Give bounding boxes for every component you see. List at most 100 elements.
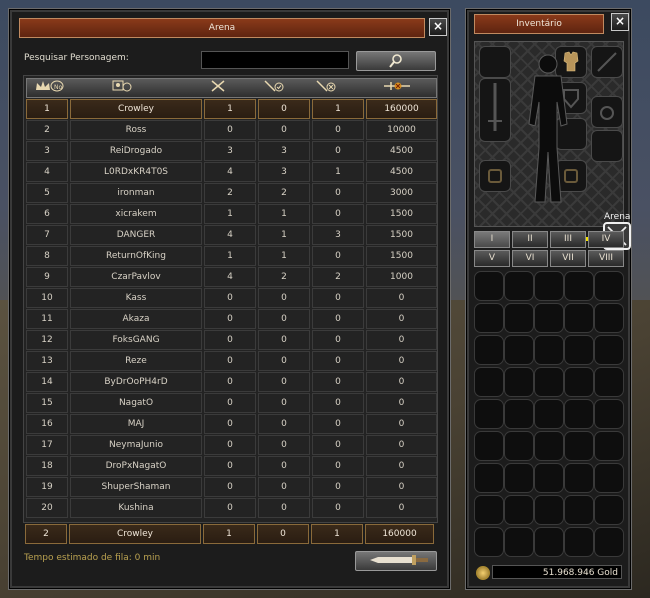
inventory-slot[interactable] <box>564 399 594 429</box>
inventory-slot[interactable] <box>504 367 534 397</box>
sword-icon <box>370 555 428 565</box>
tab-vi[interactable]: VI <box>512 250 548 267</box>
equip-slot-necklace[interactable] <box>591 96 623 128</box>
player-name-cell: FoksGANG <box>70 330 202 350</box>
inventory-slot[interactable] <box>564 431 594 461</box>
equip-slot-weapon[interactable] <box>479 78 511 142</box>
inventory-slot[interactable] <box>474 431 504 461</box>
leave-queue-button[interactable] <box>355 551 437 571</box>
inventory-slot[interactable] <box>534 271 564 301</box>
inventory-slot[interactable] <box>594 527 624 557</box>
tab-iii[interactable]: III <box>550 231 586 248</box>
inventory-slot[interactable] <box>594 335 624 365</box>
losses-cell: 0 <box>312 498 364 518</box>
tab-v[interactable]: V <box>474 250 510 267</box>
table-row[interactable]: 1 Crowley 1 0 1 160000 <box>26 98 437 119</box>
inventory-slot[interactable] <box>564 463 594 493</box>
inventory-slot[interactable] <box>534 495 564 525</box>
inventory-slot[interactable] <box>474 495 504 525</box>
table-row[interactable]: 15 NagatO 0 0 0 0 <box>26 392 437 413</box>
inventory-slot[interactable] <box>534 431 564 461</box>
tab-viii[interactable]: VIII <box>588 250 624 267</box>
table-row[interactable]: 8 ReturnOfKing 1 1 0 1500 <box>26 245 437 266</box>
table-row[interactable]: 20 Kushina 0 0 0 0 <box>26 497 437 518</box>
inventory-slot[interactable] <box>474 335 504 365</box>
inventory-slot[interactable] <box>594 303 624 333</box>
player-name-cell: Akaza <box>70 309 202 329</box>
tab-iv[interactable]: IV <box>588 231 624 248</box>
inventory-slot[interactable] <box>474 271 504 301</box>
table-row[interactable]: 16 MAJ 0 0 0 0 <box>26 413 437 434</box>
close-icon[interactable]: × <box>611 13 629 31</box>
table-row[interactable]: 5 ironman 2 2 0 3000 <box>26 182 437 203</box>
table-row[interactable]: 2 Ross 0 0 0 10000 <box>26 119 437 140</box>
table-row[interactable]: 11 Akaza 0 0 0 0 <box>26 308 437 329</box>
wins-cell: 1 <box>258 246 310 266</box>
inventory-slot[interactable] <box>504 431 534 461</box>
inventory-slot[interactable] <box>504 303 534 333</box>
player-name-cell: ReturnOfKing <box>70 246 202 266</box>
inventory-slot[interactable] <box>564 495 594 525</box>
inventory-slot[interactable] <box>594 399 624 429</box>
table-row[interactable]: 13 Reze 0 0 0 0 <box>26 350 437 371</box>
inventory-slot[interactable] <box>534 527 564 557</box>
inventory-slot[interactable] <box>594 367 624 397</box>
inventory-slot[interactable] <box>504 527 534 557</box>
equip-slot-head[interactable] <box>479 46 511 78</box>
total-cell: 0 <box>204 414 256 434</box>
tab-ii[interactable]: II <box>512 231 548 248</box>
tab-vii[interactable]: VII <box>550 250 586 267</box>
ranking-table: No 1 Crowley 1 0 1 160000 2 Ross 0 0 0 1… <box>23 75 438 523</box>
table-row[interactable]: 9 CzarPavlov 4 2 2 1000 <box>26 266 437 287</box>
points-cell: 1000 <box>366 267 437 287</box>
search-input[interactable] <box>201 51 349 69</box>
inventory-slot[interactable] <box>504 271 534 301</box>
inventory-slot[interactable] <box>474 367 504 397</box>
staff-icon <box>597 52 617 72</box>
tab-i[interactable]: I <box>474 231 510 248</box>
inventory-slot[interactable] <box>474 399 504 429</box>
points-cell: 1500 <box>366 204 437 224</box>
points-cell: 0 <box>366 414 437 434</box>
inventory-slot[interactable] <box>504 495 534 525</box>
table-row[interactable]: 17 NeymaJunio 0 0 0 0 <box>26 434 437 455</box>
inventory-slot[interactable] <box>594 463 624 493</box>
rank-cell: 18 <box>26 456 68 476</box>
table-row[interactable]: 10 Kass 0 0 0 0 <box>26 287 437 308</box>
inventory-slot[interactable] <box>594 271 624 301</box>
inventory-slot[interactable] <box>474 463 504 493</box>
inventory-slot[interactable] <box>534 399 564 429</box>
table-row[interactable]: 6 xicrakem 1 1 0 1500 <box>26 203 437 224</box>
table-row[interactable]: 3 ReiDrogado 3 3 0 4500 <box>26 140 437 161</box>
inventory-slot[interactable] <box>534 303 564 333</box>
rank-cell: 3 <box>26 141 68 161</box>
inventory-slot[interactable] <box>564 303 594 333</box>
inventory-slot[interactable] <box>474 527 504 557</box>
inventory-slot[interactable] <box>564 527 594 557</box>
equip-slot-ring[interactable] <box>591 130 623 162</box>
inventory-slot[interactable] <box>474 303 504 333</box>
table-row[interactable]: 14 ByDrOoPH4rD 0 0 0 0 <box>26 371 437 392</box>
inventory-slot[interactable] <box>564 367 594 397</box>
inventory-slot[interactable] <box>504 335 534 365</box>
inventory-slot[interactable] <box>594 431 624 461</box>
close-icon[interactable]: × <box>429 18 447 36</box>
equip-slot-earring-left[interactable] <box>479 160 511 192</box>
inventory-slot[interactable] <box>564 335 594 365</box>
inventory-slot[interactable] <box>534 367 564 397</box>
table-row[interactable]: 7 DANGER 4 1 3 1500 <box>26 224 437 245</box>
my-player-name: Crowley <box>69 524 201 544</box>
inventory-slot[interactable] <box>594 495 624 525</box>
table-row[interactable]: 4 L0RDxKR4T0S 4 3 1 4500 <box>26 161 437 182</box>
table-row[interactable]: 12 FoksGANG 0 0 0 0 <box>26 329 437 350</box>
inventory-slot[interactable] <box>504 463 534 493</box>
inventory-slot[interactable] <box>534 463 564 493</box>
search-button[interactable] <box>356 51 436 71</box>
inventory-slot[interactable] <box>534 335 564 365</box>
inventory-slot[interactable] <box>564 271 594 301</box>
table-row[interactable]: 18 DroPxNagatO 0 0 0 0 <box>26 455 437 476</box>
table-row[interactable]: 19 ShuperShaman 0 0 0 0 <box>26 476 437 497</box>
inventory-slot[interactable] <box>504 399 534 429</box>
inventory-grid <box>474 271 624 559</box>
equip-slot-weapon-2[interactable] <box>591 46 623 78</box>
